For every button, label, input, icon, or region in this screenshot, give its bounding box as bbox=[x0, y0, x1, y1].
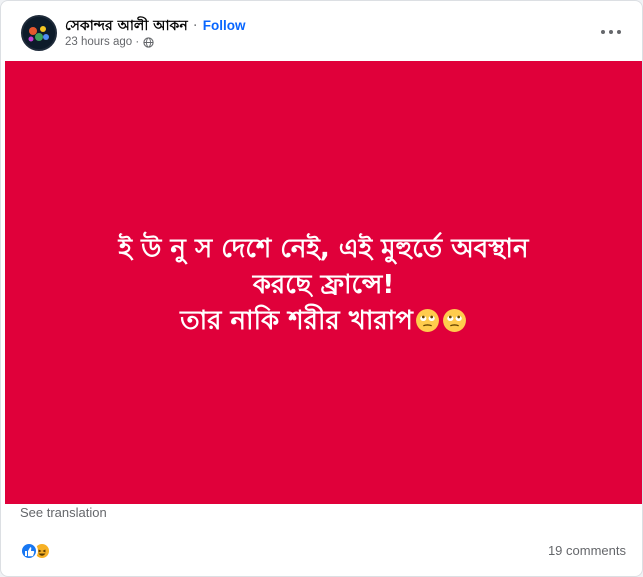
banner-line-1: ই উ নু স দেশে নেই, এই মুহুর্তে অবস্থান bbox=[118, 234, 529, 264]
author-name[interactable]: সেকান্দর আলী আকন bbox=[65, 18, 188, 34]
post-banner[interactable]: ই উ নু স দেশে নেই, এই মুহুর্তে অবস্থান ক… bbox=[5, 61, 642, 504]
reactions-summary[interactable] bbox=[20, 542, 56, 560]
post-meta: 23 hours ago · bbox=[65, 36, 155, 50]
post-timestamp[interactable]: 23 hours ago bbox=[65, 36, 132, 48]
like-reaction-icon bbox=[20, 542, 38, 560]
comments-count-link[interactable]: 19 comments bbox=[548, 543, 626, 558]
globe-icon[interactable] bbox=[143, 36, 155, 48]
separator-dot: · bbox=[193, 19, 198, 34]
avatar-image bbox=[23, 17, 55, 49]
eye-roll-emoji-icon bbox=[442, 309, 466, 332]
see-translation-link[interactable]: See translation bbox=[20, 505, 107, 520]
eye-roll-emoji-icon bbox=[415, 309, 439, 332]
author-line: সেকান্দর আলী আকন · Follow bbox=[65, 14, 246, 34]
meta-separator-dot: · bbox=[135, 36, 140, 48]
author-avatar[interactable] bbox=[21, 15, 57, 51]
banner-line-2: করছে ফ্রান্সে! bbox=[252, 270, 395, 300]
more-dots-icon[interactable] bbox=[597, 21, 625, 43]
post-card: সেকান্দর আলী আকন · Follow 23 hours ago ·… bbox=[0, 0, 643, 577]
post-header: সেকান্দর আলী আকন · Follow 23 hours ago · bbox=[1, 1, 642, 61]
banner-text: ই উ নু স দেশে নেই, এই মুহুর্তে অবস্থান ক… bbox=[5, 231, 642, 339]
follow-button[interactable]: Follow bbox=[203, 18, 246, 33]
banner-line-3: তার নাকি শরীর খারাপ bbox=[5, 303, 642, 339]
banner-line-3-text: তার নাকি শরীর খারাপ bbox=[180, 306, 413, 336]
